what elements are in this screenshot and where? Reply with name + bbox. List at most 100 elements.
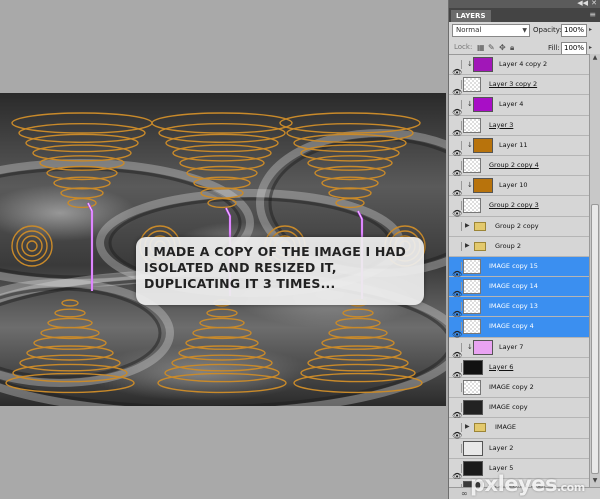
visibility-toggle[interactable]: 👁︎: [452, 302, 462, 319]
layer-name: Layer 4 copy 2: [499, 60, 548, 68]
layer-row[interactable]: Layer 2: [449, 438, 589, 459]
layer-row[interactable]: 👁︎ ↓ Layer 11: [449, 135, 589, 158]
layer-thumbnail: [463, 279, 481, 295]
layer-row[interactable]: 👁︎ ↓ Layer 4 copy 2: [449, 55, 589, 77]
visibility-toggle[interactable]: 👁︎: [452, 60, 462, 77]
layers-list: 👁︎ ↓ Layer 4 copy 2 👁︎ Layer 3 copy 2 👁︎ ↓ Laye…: [449, 54, 589, 487]
gold-ring: [199, 317, 245, 329]
visibility-toggle[interactable]: 👁︎: [452, 201, 462, 218]
layer-name: Layer 6: [489, 362, 514, 371]
expand-arrow-icon[interactable]: ▶: [465, 222, 470, 229]
layer-thumbnail: [463, 258, 481, 274]
visibility-toggle[interactable]: 👁︎: [452, 80, 462, 97]
layer-name: Layer 2: [489, 443, 514, 452]
visibility-toggle[interactable]: 👁︎: [452, 322, 462, 339]
image-canvas[interactable]: I MADE A COPY OF THE IMAGE I HAD ISOLATE…: [0, 93, 446, 406]
layer-name: Layer 7: [499, 342, 524, 351]
visibility-toggle[interactable]: [452, 443, 462, 453]
layer-row[interactable]: 👁︎ Layer 3: [449, 115, 589, 138]
layer-row[interactable]: IMAGE copy 2: [449, 378, 589, 399]
scroll-thumb[interactable]: [591, 204, 599, 474]
link-layers-icon[interactable]: ∞: [461, 489, 468, 498]
layer-row[interactable]: 👁︎ Layer 6: [449, 357, 589, 380]
visibility-toggle[interactable]: 👁︎: [452, 423, 462, 440]
layer-name: IMAGE copy 2: [489, 383, 534, 391]
layer-row[interactable]: 👁︎ IMAGE copy 13: [449, 297, 589, 319]
layer-thumbnail: [473, 178, 493, 194]
layer-row[interactable]: 👁︎ Layer 3 copy 2: [449, 75, 589, 97]
layer-row[interactable]: 👁︎ IMAGE copy: [449, 398, 589, 420]
layer-row[interactable]: 👁︎ ↓ Layer 4: [449, 95, 589, 117]
visibility-toggle[interactable]: 👁︎: [452, 160, 462, 178]
layer-row[interactable]: 👁︎ ↓ Layer 7: [449, 337, 589, 360]
panel-menu-icon[interactable]: ≡: [589, 10, 596, 19]
layer-row[interactable]: 👁︎ IMAGE copy 14: [449, 277, 589, 299]
layer-thumbnail: [463, 359, 483, 375]
fill-label: Fill:: [548, 44, 560, 52]
layer-row[interactable]: 👁︎ IMAGE copy 15: [449, 256, 589, 279]
layers-panel: ◀◀ ✕ LAYERS ≡ Normal ▼ Opacity: 100% ▸ L…: [448, 0, 600, 499]
visibility-toggle[interactable]: 👁︎: [452, 403, 462, 420]
gold-ring: [61, 299, 79, 307]
layer-name: IMAGE copy 4: [489, 322, 534, 331]
layer-thumbnail: [463, 198, 481, 214]
lock-all-icon[interactable]: 🔒︎: [510, 43, 514, 53]
blend-mode-value: Normal: [456, 26, 482, 34]
gold-coil: [11, 225, 53, 267]
layer-thumbnail: [463, 400, 483, 416]
opacity-field[interactable]: 100%: [561, 24, 587, 37]
opacity-slider-arrow-icon[interactable]: ▸: [589, 26, 592, 33]
folder-icon: [474, 241, 486, 251]
layer-row[interactable]: ▶ Group 2: [449, 236, 589, 257]
visibility-toggle[interactable]: 👁︎: [452, 120, 462, 138]
clipping-mask-icon: ↓: [467, 60, 473, 68]
layer-row[interactable]: 👁︎ ↓ Layer 10: [449, 176, 589, 198]
collapse-icon[interactable]: ◀◀: [577, 0, 588, 7]
visibility-toggle[interactable]: 👁︎: [452, 261, 462, 279]
visibility-toggle[interactable]: 👁︎: [452, 282, 462, 299]
close-icon[interactable]: ✕: [591, 0, 597, 7]
layers-scrollbar[interactable]: ▲ ▼: [589, 54, 600, 487]
layer-row[interactable]: 👁︎ IMAGE copy 4: [449, 317, 589, 339]
layer-row[interactable]: ▶ Group 2 copy: [449, 216, 589, 237]
lock-move-icon[interactable]: ✥: [499, 43, 506, 52]
visibility-toggle[interactable]: [452, 383, 462, 392]
layer-row[interactable]: 👁︎ Group 2 copy 4: [449, 155, 589, 178]
clipping-mask-icon: ↓: [467, 100, 473, 109]
layer-row[interactable]: 👁︎ ▶ IMAGE: [449, 418, 589, 440]
gold-ring: [335, 317, 381, 329]
visibility-toggle[interactable]: 👁︎: [452, 362, 462, 380]
visibility-toggle[interactable]: 👁︎: [452, 181, 462, 198]
clipping-mask-icon: ↓: [467, 140, 473, 149]
visibility-toggle[interactable]: 👁︎: [452, 342, 462, 360]
lock-brush-icon[interactable]: ✎: [488, 43, 495, 52]
gold-ring: [314, 345, 402, 361]
layer-name: IMAGE: [495, 423, 517, 432]
instruction-callout: I MADE A COPY OF THE IMAGE I HAD ISOLATE…: [136, 237, 424, 305]
visibility-toggle[interactable]: 👁︎: [452, 100, 462, 117]
visibility-toggle[interactable]: 👁︎: [452, 140, 462, 158]
lock-transparency-icon[interactable]: ▦: [477, 43, 485, 52]
folder-icon: [474, 221, 486, 231]
layer-name: Layer 4: [499, 100, 524, 109]
scroll-up-icon[interactable]: ▲: [590, 54, 600, 64]
scroll-down-icon[interactable]: ▼: [590, 477, 600, 487]
tab-layers[interactable]: LAYERS: [451, 10, 491, 22]
visibility-toggle[interactable]: [452, 241, 462, 251]
layer-thumbnail: [463, 77, 481, 93]
watermark-text: pxleyes: [470, 472, 557, 496]
layer-row[interactable]: 👁︎ Group 2 copy 3: [449, 196, 589, 218]
visibility-toggle[interactable]: [452, 221, 462, 231]
layer-name: Layer 3: [489, 120, 514, 129]
gold-ring: [67, 197, 97, 209]
fill-slider-arrow-icon[interactable]: ▸: [589, 44, 592, 51]
expand-arrow-icon[interactable]: ▶: [465, 423, 470, 430]
layer-name: IMAGE copy 14: [489, 282, 538, 291]
blend-mode-select[interactable]: Normal ▼: [452, 24, 530, 37]
gold-ring: [307, 354, 409, 372]
expand-arrow-icon[interactable]: ▶: [465, 242, 470, 249]
layer-thumbnail: [463, 117, 481, 133]
visibility-toggle[interactable]: 👁︎: [452, 463, 462, 481]
layer-name: IMAGE copy: [489, 403, 528, 412]
layer-name: Layer 10: [499, 181, 528, 190]
